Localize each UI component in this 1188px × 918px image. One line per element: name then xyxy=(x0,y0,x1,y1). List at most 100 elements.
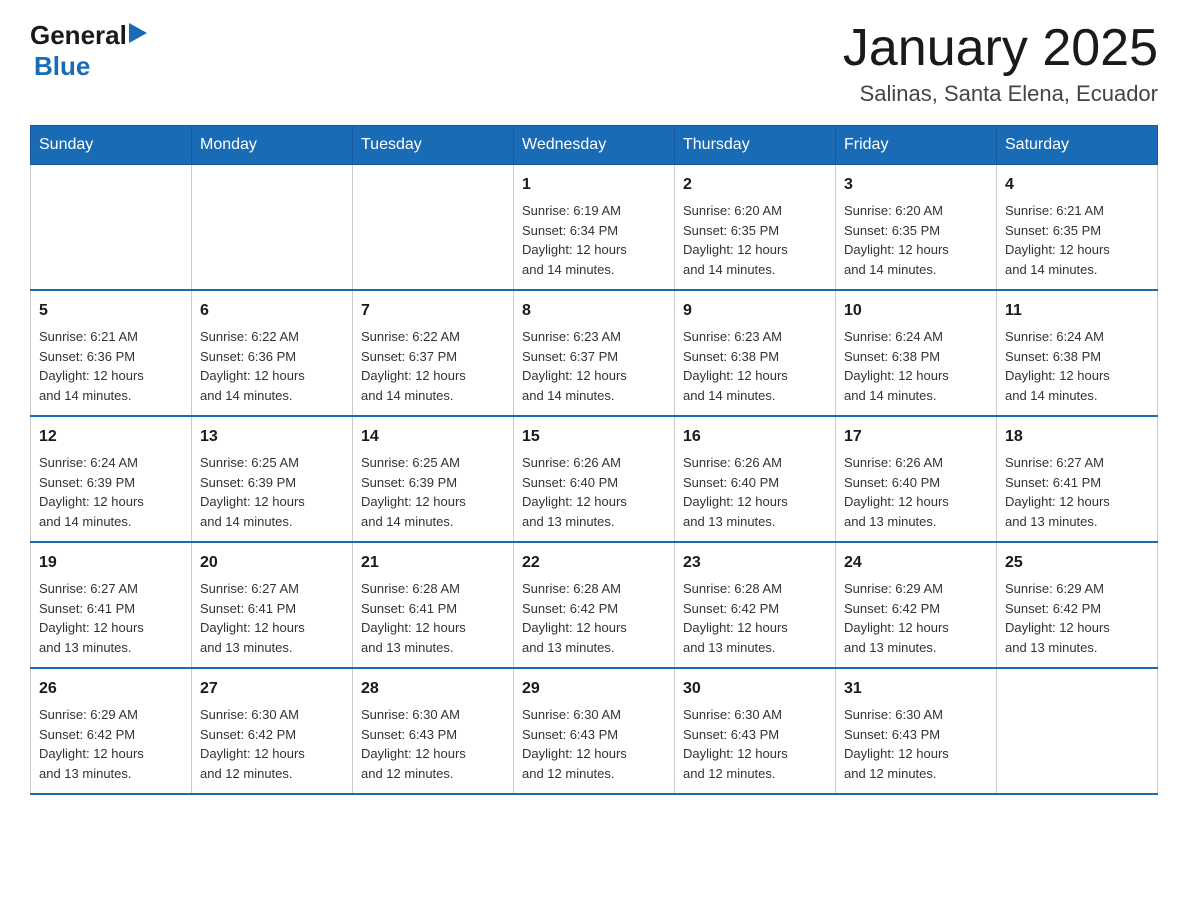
day-info: Daylight: 12 hours xyxy=(683,744,827,764)
day-info: and 13 minutes. xyxy=(522,638,666,658)
day-number: 7 xyxy=(361,299,505,323)
day-info: Sunset: 6:39 PM xyxy=(361,473,505,493)
calendar-cell: 31Sunrise: 6:30 AMSunset: 6:43 PMDayligh… xyxy=(836,668,997,794)
calendar-cell: 16Sunrise: 6:26 AMSunset: 6:40 PMDayligh… xyxy=(675,416,836,542)
day-number: 19 xyxy=(39,551,183,575)
logo: General Blue xyxy=(30,20,147,82)
day-info: Daylight: 12 hours xyxy=(683,492,827,512)
calendar-cell: 15Sunrise: 6:26 AMSunset: 6:40 PMDayligh… xyxy=(514,416,675,542)
calendar-cell: 28Sunrise: 6:30 AMSunset: 6:43 PMDayligh… xyxy=(353,668,514,794)
day-info: Sunrise: 6:28 AM xyxy=(683,579,827,599)
calendar-cell: 1Sunrise: 6:19 AMSunset: 6:34 PMDaylight… xyxy=(514,165,675,291)
day-info: Sunrise: 6:23 AM xyxy=(522,327,666,347)
day-info: Sunrise: 6:23 AM xyxy=(683,327,827,347)
day-info: Daylight: 12 hours xyxy=(1005,618,1149,638)
day-info: Sunset: 6:36 PM xyxy=(200,347,344,367)
day-info: Sunset: 6:40 PM xyxy=(522,473,666,493)
calendar-cell: 27Sunrise: 6:30 AMSunset: 6:42 PMDayligh… xyxy=(192,668,353,794)
day-info: Daylight: 12 hours xyxy=(200,618,344,638)
day-number: 11 xyxy=(1005,299,1149,323)
day-info: Sunset: 6:40 PM xyxy=(683,473,827,493)
day-number: 18 xyxy=(1005,425,1149,449)
day-info: Sunrise: 6:29 AM xyxy=(39,705,183,725)
day-info: Daylight: 12 hours xyxy=(39,366,183,386)
calendar-cell: 6Sunrise: 6:22 AMSunset: 6:36 PMDaylight… xyxy=(192,290,353,416)
weekday-header: Sunday xyxy=(31,126,192,165)
day-info: and 14 minutes. xyxy=(844,260,988,280)
calendar-cell: 14Sunrise: 6:25 AMSunset: 6:39 PMDayligh… xyxy=(353,416,514,542)
day-number: 16 xyxy=(683,425,827,449)
day-info: Sunrise: 6:24 AM xyxy=(39,453,183,473)
calendar-cell: 2Sunrise: 6:20 AMSunset: 6:35 PMDaylight… xyxy=(675,165,836,291)
calendar-cell: 9Sunrise: 6:23 AMSunset: 6:38 PMDaylight… xyxy=(675,290,836,416)
day-info: Daylight: 12 hours xyxy=(683,366,827,386)
day-number: 30 xyxy=(683,677,827,701)
calendar-cell: 11Sunrise: 6:24 AMSunset: 6:38 PMDayligh… xyxy=(997,290,1158,416)
day-info: Sunrise: 6:30 AM xyxy=(522,705,666,725)
calendar-subtitle: Salinas, Santa Elena, Ecuador xyxy=(843,81,1158,107)
day-info: and 14 minutes. xyxy=(200,386,344,406)
day-info: Daylight: 12 hours xyxy=(522,366,666,386)
day-info: Sunrise: 6:22 AM xyxy=(361,327,505,347)
calendar-title: January 2025 xyxy=(843,20,1158,77)
calendar-cell: 10Sunrise: 6:24 AMSunset: 6:38 PMDayligh… xyxy=(836,290,997,416)
day-info: and 12 minutes. xyxy=(683,764,827,784)
calendar-cell: 8 Sunrise: 6:23 AMSunset: 6:37 PMDaylight… xyxy=(514,290,675,416)
calendar-week-row: 1Sunrise: 6:19 AMSunset: 6:34 PMDaylight… xyxy=(31,165,1158,291)
day-info: Sunset: 6:41 PM xyxy=(39,599,183,619)
day-info: Sunrise: 6:30 AM xyxy=(200,705,344,725)
day-info: Sunrise: 6:26 AM xyxy=(844,453,988,473)
day-info: Sunset: 6:34 PM xyxy=(522,221,666,241)
day-info: Sunset: 6:43 PM xyxy=(844,725,988,745)
day-info: and 12 minutes. xyxy=(361,764,505,784)
day-number: 29 xyxy=(522,677,666,701)
day-info: and 14 minutes. xyxy=(683,386,827,406)
day-info: and 13 minutes. xyxy=(844,512,988,532)
calendar-cell: 7Sunrise: 6:22 AMSunset: 6:37 PMDaylight… xyxy=(353,290,514,416)
day-info: Sunset: 6:39 PM xyxy=(200,473,344,493)
logo-general: General xyxy=(30,20,127,51)
day-info: and 14 minutes. xyxy=(1005,260,1149,280)
calendar-header: SundayMondayTuesdayWednesdayThursdayFrid… xyxy=(31,126,1158,165)
day-info: Sunrise: 6:21 AM xyxy=(1005,201,1149,221)
calendar-cell xyxy=(353,165,514,291)
logo-blue: Blue xyxy=(34,51,90,82)
day-info: and 14 minutes. xyxy=(1005,386,1149,406)
day-info: Sunset: 6:42 PM xyxy=(844,599,988,619)
day-number: 28 xyxy=(361,677,505,701)
calendar-cell: 13Sunrise: 6:25 AMSunset: 6:39 PMDayligh… xyxy=(192,416,353,542)
day-info: Daylight: 12 hours xyxy=(844,492,988,512)
day-number: 8 xyxy=(522,299,666,323)
day-number: 17 xyxy=(844,425,988,449)
day-info: Sunset: 6:35 PM xyxy=(683,221,827,241)
day-info: Daylight: 12 hours xyxy=(522,492,666,512)
day-info: Sunset: 6:39 PM xyxy=(39,473,183,493)
day-number: 25 xyxy=(1005,551,1149,575)
weekday-header: Wednesday xyxy=(514,126,675,165)
calendar-cell: 3Sunrise: 6:20 AMSunset: 6:35 PMDaylight… xyxy=(836,165,997,291)
calendar-cell: 22Sunrise: 6:28 AMSunset: 6:42 PMDayligh… xyxy=(514,542,675,668)
day-info: Daylight: 12 hours xyxy=(39,492,183,512)
calendar-week-row: 26Sunrise: 6:29 AMSunset: 6:42 PMDayligh… xyxy=(31,668,1158,794)
weekday-header: Saturday xyxy=(997,126,1158,165)
day-info: Sunrise: 6:27 AM xyxy=(39,579,183,599)
day-info: and 14 minutes. xyxy=(844,386,988,406)
day-number: 27 xyxy=(200,677,344,701)
day-info: and 13 minutes. xyxy=(522,512,666,532)
weekday-header: Tuesday xyxy=(353,126,514,165)
calendar-cell: 25Sunrise: 6:29 AMSunset: 6:42 PMDayligh… xyxy=(997,542,1158,668)
day-number: 6 xyxy=(200,299,344,323)
day-info: Sunrise: 6:24 AM xyxy=(844,327,988,347)
day-info: Sunset: 6:37 PM xyxy=(522,347,666,367)
day-info: Daylight: 12 hours xyxy=(39,744,183,764)
day-info: and 13 minutes. xyxy=(683,638,827,658)
calendar-cell: 29Sunrise: 6:30 AMSunset: 6:43 PMDayligh… xyxy=(514,668,675,794)
day-number: 15 xyxy=(522,425,666,449)
day-number: 10 xyxy=(844,299,988,323)
day-info: Sunrise: 6:28 AM xyxy=(522,579,666,599)
day-number: 23 xyxy=(683,551,827,575)
day-info: Sunrise: 6:29 AM xyxy=(844,579,988,599)
logo-arrow-icon xyxy=(129,23,147,43)
calendar-cell: 23Sunrise: 6:28 AMSunset: 6:42 PMDayligh… xyxy=(675,542,836,668)
day-info: Sunset: 6:35 PM xyxy=(1005,221,1149,241)
